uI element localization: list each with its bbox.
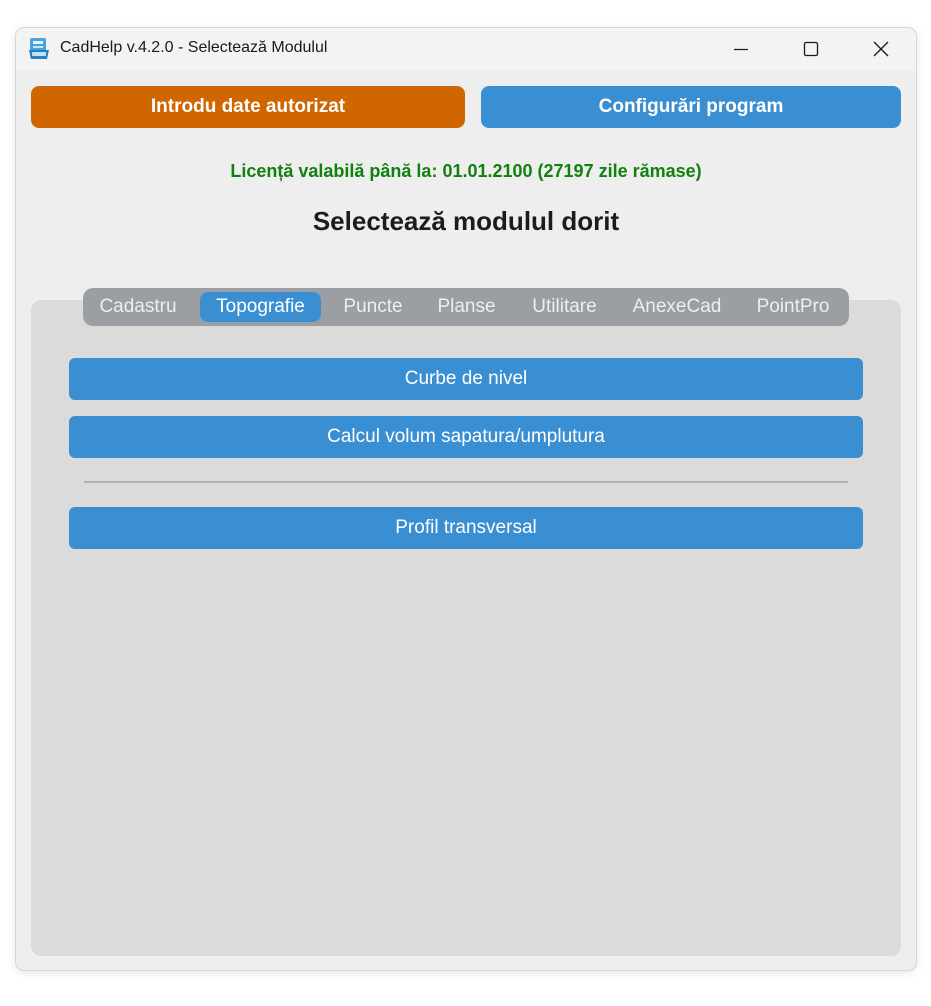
- page-title: Selectează modulul dorit: [312, 206, 620, 236]
- license-status: Licență valabilă până la: 01.01.2100 (27…: [230, 161, 702, 181]
- maximize-button[interactable]: [776, 28, 846, 70]
- tab-cadastru[interactable]: Cadastru: [89, 292, 187, 322]
- tab-anexecad[interactable]: AnexeCad: [623, 292, 731, 322]
- minimize-icon: [734, 48, 748, 51]
- minimize-button[interactable]: [706, 28, 776, 70]
- tab-pointpro[interactable]: PointPro: [745, 292, 841, 322]
- window-title: CadHelp v.4.2.0 - Selectează Modulul: [60, 39, 328, 56]
- maximize-icon: [803, 41, 819, 57]
- tab-topografie[interactable]: Topografie: [200, 292, 321, 322]
- program-config-button[interactable]: Configurări program: [481, 86, 901, 128]
- cadhelp-app-icon: [29, 38, 49, 59]
- volume-calc-button[interactable]: Calcul volum sapatura/umplutura: [69, 416, 863, 458]
- title-bar[interactable]: CadHelp v.4.2.0 - Selectează Modulul: [16, 28, 916, 70]
- app-window: CadHelp v.4.2.0 - Selectează Modulul Int…: [16, 28, 916, 970]
- section-divider: [84, 481, 848, 483]
- contour-lines-button[interactable]: Curbe de nivel: [69, 358, 863, 400]
- close-icon: [873, 41, 889, 57]
- cross-section-profile-button[interactable]: Profil transversal: [69, 507, 863, 549]
- module-tabbar: Cadastru Topografie Puncte Planse Utilit…: [83, 288, 849, 326]
- tab-utilitare[interactable]: Utilitare: [519, 292, 610, 322]
- close-button[interactable]: [846, 28, 916, 70]
- authorized-data-button[interactable]: Introdu date autorizat: [31, 86, 465, 128]
- tab-planse[interactable]: Planse: [427, 292, 506, 322]
- tab-puncte[interactable]: Puncte: [333, 292, 413, 322]
